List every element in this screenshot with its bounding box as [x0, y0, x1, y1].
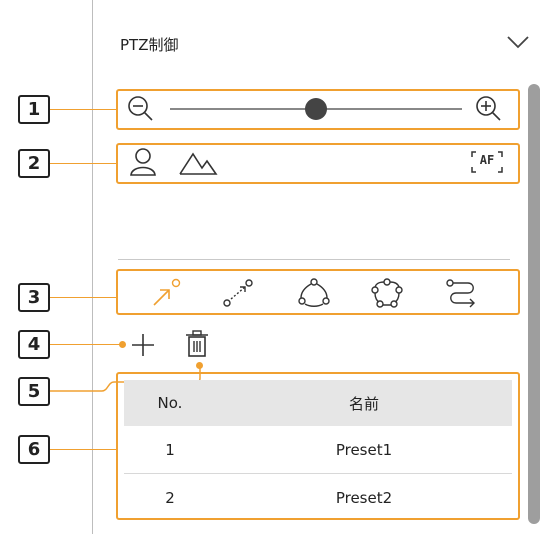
swing-icon[interactable] [222, 277, 254, 309]
tour-icon[interactable] [370, 277, 404, 309]
section-divider [118, 259, 510, 260]
preset-table: No. 名前 1 Preset1 2 Preset2 [124, 380, 512, 521]
leader-line-3 [50, 297, 116, 298]
af-icon[interactable]: AF [470, 150, 504, 174]
trace-icon[interactable] [446, 277, 480, 309]
table-header-row: No. 名前 [124, 380, 512, 426]
focus-control-highlight [116, 143, 520, 184]
af-label: AF [479, 153, 495, 167]
leader-line-1 [50, 109, 116, 110]
leader-line-4 [50, 344, 122, 345]
add-icon[interactable] [128, 330, 158, 360]
group-icon[interactable] [297, 277, 331, 309]
preset-name: Preset1 [216, 426, 512, 474]
landscape-icon[interactable] [178, 146, 218, 178]
preset-name: Preset2 [335, 488, 393, 507]
panel-border [92, 0, 93, 534]
callout-6: 6 [18, 435, 50, 464]
preset-number: 1 [124, 426, 216, 474]
leader-line-6 [50, 449, 116, 450]
callout-5: 5 [18, 377, 50, 406]
chevron-down-icon[interactable] [506, 34, 530, 50]
zoom-slider-thumb[interactable] [305, 98, 327, 120]
zoom-out-icon[interactable] [126, 94, 156, 124]
column-header-name: 名前 [216, 380, 512, 426]
column-header-no: No. [124, 380, 216, 426]
face-icon[interactable] [128, 146, 158, 178]
leader-dot-5 [196, 362, 203, 369]
leader-line-2 [50, 163, 116, 164]
callout-3: 3 [18, 283, 50, 312]
callout-2: 2 [18, 149, 50, 178]
zoom-in-icon[interactable] [474, 94, 504, 124]
table-row[interactable]: 1 Preset1 [124, 426, 512, 474]
callout-4: 4 [18, 330, 50, 359]
leader-dot-4 [119, 341, 126, 348]
callout-1: 1 [18, 95, 50, 124]
preset-number: 2 [165, 488, 175, 507]
panel-title: PTZ制御 [120, 36, 179, 54]
scrollbar[interactable] [528, 84, 540, 524]
preset-icon[interactable] [150, 277, 182, 309]
trash-icon[interactable] [183, 328, 211, 360]
table-row[interactable]: 2 Preset2 [124, 474, 512, 522]
